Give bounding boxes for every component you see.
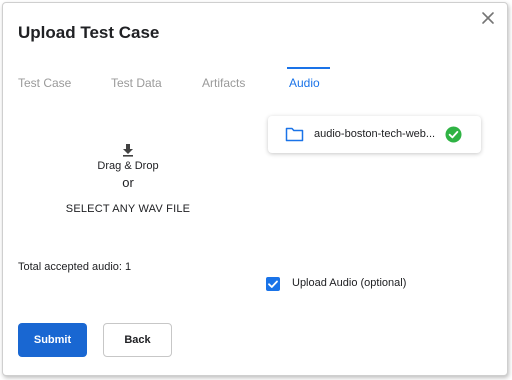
tab-artifacts[interactable]: Artifacts <box>202 76 245 90</box>
upload-test-case-dialog: Upload Test Case Test Case Test Data Art… <box>2 2 508 376</box>
checkmark-icon <box>268 280 278 288</box>
select-wav-file-link[interactable]: SELECT ANY WAV FILE <box>63 203 193 215</box>
active-tab-indicator <box>287 67 330 69</box>
audio-drop-zone[interactable]: Drag & Drop or SELECT ANY WAV FILE <box>63 143 193 233</box>
check-circle-icon <box>445 126 462 143</box>
uploaded-file-card: audio-boston-tech-web... <box>268 116 481 153</box>
download-icon <box>123 144 133 157</box>
tab-test-data[interactable]: Test Data <box>111 76 162 90</box>
drag-drop-label: Drag & Drop <box>97 160 159 172</box>
close-icon[interactable] <box>479 9 497 27</box>
upload-audio-label: Upload Audio (optional) <box>292 277 407 289</box>
dialog-title: Upload Test Case <box>18 23 160 42</box>
tab-audio[interactable]: Audio <box>289 76 320 90</box>
submit-button[interactable]: Submit <box>18 323 87 357</box>
or-label: or <box>122 175 134 190</box>
tab-test-case[interactable]: Test Case <box>18 76 71 90</box>
total-accepted-audio: Total accepted audio: 1 <box>18 261 132 273</box>
back-button[interactable]: Back <box>103 323 172 357</box>
folder-icon <box>285 127 304 142</box>
uploaded-file-name: audio-boston-tech-web... <box>314 128 436 140</box>
upload-audio-checkbox[interactable] <box>266 277 280 291</box>
